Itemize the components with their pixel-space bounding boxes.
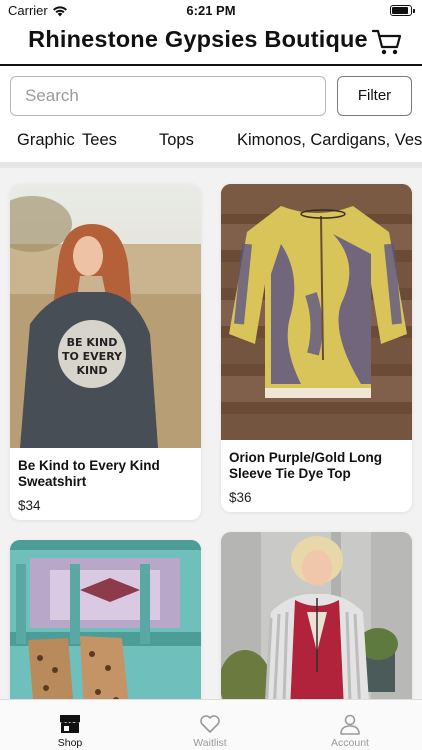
store-icon xyxy=(60,715,80,733)
product-photo-tie-dye-top xyxy=(221,184,412,440)
product-image[interactable] xyxy=(221,184,412,440)
battery-level xyxy=(392,7,408,14)
product-price: $36 xyxy=(229,490,252,505)
svg-text:TO EVERY: TO EVERY xyxy=(62,350,123,363)
product-photo-leopard-boots xyxy=(10,540,201,699)
product-photo-cardigan xyxy=(221,532,412,699)
product-card[interactable]: BE KIND TO EVERY KIND Be Kind to Every K… xyxy=(10,184,201,520)
product-grid: BE KIND TO EVERY KIND Be Kind to Every K… xyxy=(0,168,422,699)
category-tabs: Graphic Tees Tops Kimonos, Cardigans, Ve… xyxy=(0,124,422,158)
product-photo-sweatshirt: BE KIND TO EVERY KIND xyxy=(10,184,201,448)
status-bar: Carrier 6:21 PM xyxy=(0,0,422,22)
product-name[interactable]: Orion Purple/Gold Long Sleeve Tie Dye To… xyxy=(229,450,406,482)
product-image[interactable] xyxy=(221,532,412,699)
cart-icon[interactable] xyxy=(372,28,402,56)
product-image[interactable] xyxy=(10,540,201,699)
svg-text:KIND: KIND xyxy=(77,364,108,377)
app-title: Rhinestone Gypsies Boutique xyxy=(28,26,368,52)
tab-label-shop: Shop xyxy=(57,737,83,749)
product-name[interactable]: Be Kind to Every Kind Sweatshirt xyxy=(18,458,195,490)
category-tab-graphic-tees[interactable]: Graphic Tees xyxy=(17,131,117,150)
filter-button[interactable]: Filter xyxy=(337,76,412,116)
search-input[interactable]: Search xyxy=(10,76,326,116)
tab-label-waitlist: Waitlist xyxy=(193,737,227,749)
app-header: Rhinestone Gypsies Boutique xyxy=(0,22,422,66)
search-placeholder: Search xyxy=(25,86,79,105)
product-card[interactable] xyxy=(10,540,201,699)
category-tab-kimonos[interactable]: Kimonos, Cardigans, Vests xyxy=(237,131,422,150)
tab-label-account: Account xyxy=(331,737,369,749)
tab-account[interactable]: Account xyxy=(300,700,400,750)
person-icon xyxy=(340,714,360,735)
product-price: $34 xyxy=(18,498,41,513)
product-card[interactable]: Orion Purple/Gold Long Sleeve Tie Dye To… xyxy=(221,184,412,512)
clock: 6:21 PM xyxy=(186,3,236,18)
tab-bar: Shop Waitlist Account xyxy=(0,699,422,750)
svg-text:BE KIND: BE KIND xyxy=(67,336,118,349)
category-tab-tops[interactable]: Tops xyxy=(159,131,194,150)
heart-icon xyxy=(200,715,220,733)
tab-waitlist[interactable]: Waitlist xyxy=(160,700,260,750)
battery-icon xyxy=(390,5,415,16)
product-card[interactable] xyxy=(221,532,412,699)
product-image[interactable]: BE KIND TO EVERY KIND xyxy=(10,184,201,448)
tab-shop[interactable]: Shop xyxy=(20,700,120,750)
